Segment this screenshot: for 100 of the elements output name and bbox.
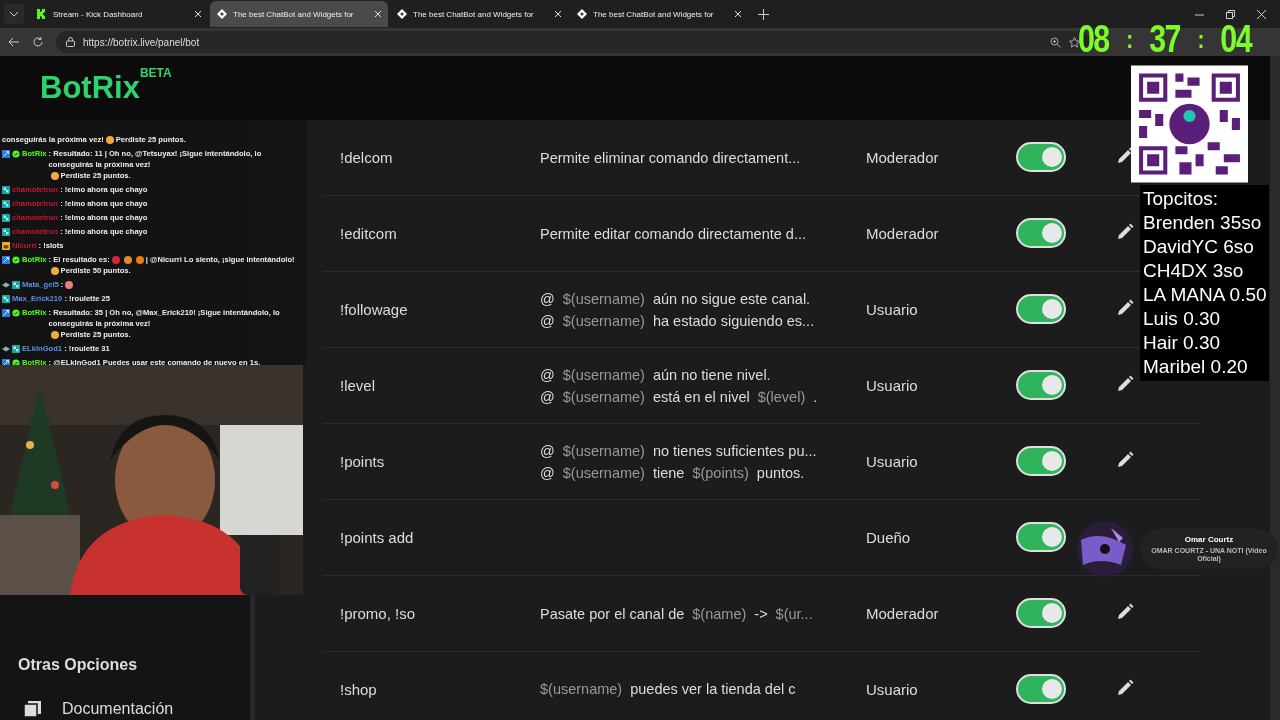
toggle-switch[interactable]: [1016, 142, 1066, 172]
scrollbar[interactable]: [1270, 56, 1280, 720]
command-name: !shop: [340, 680, 378, 698]
description-text: ->: [754, 605, 768, 622]
close-icon[interactable]: [1257, 9, 1266, 19]
command-name: !level: [340, 377, 377, 394]
browser-tab[interactable]: The best ChatBot and Widgets for: [570, 1, 748, 27]
clock-separator: :: [1126, 24, 1132, 55]
role-text: Usuario: [866, 377, 919, 394]
description-text: Pasate por el canal de: [540, 605, 685, 622]
subscriber-badge-icon: [2, 199, 10, 208]
role-text: Moderador: [866, 149, 940, 166]
command-name: !points add: [340, 529, 415, 546]
new-tab-icon[interactable]: [758, 8, 769, 20]
star-icon[interactable]: [1069, 36, 1080, 48]
pencil-icon[interactable]: [1116, 147, 1134, 165]
reload-icon[interactable]: [32, 36, 44, 48]
diamond-logo-icon: [216, 8, 228, 20]
subscriber-badge-icon: [2, 213, 10, 222]
description-text: ha estado siguiendo es...: [652, 312, 815, 329]
og-badge-icon: [2, 344, 10, 353]
description-text: puedes ver la tienda del c: [630, 681, 796, 697]
diamond-logo-icon: [576, 8, 588, 20]
zoom-icon[interactable]: [1050, 36, 1061, 48]
command-name: !followage: [340, 301, 409, 318]
variable-token: $(username): [540, 681, 623, 697]
command-name: !editcom: [340, 225, 398, 242]
toggle-switch[interactable]: [1016, 294, 1066, 324]
pencil-icon[interactable]: [1116, 223, 1134, 241]
caret-icon: [9, 11, 19, 17]
command-name: !points: [340, 453, 386, 470]
variable-token: $(points): [692, 464, 749, 481]
close-icon[interactable]: [734, 10, 742, 18]
url-text: https://botrix.live/panel/bot: [83, 36, 201, 48]
pencil-icon[interactable]: [1116, 375, 1134, 393]
bot-badge-icon: [2, 308, 10, 317]
role-text: Moderador: [866, 605, 940, 622]
leaderboard-entry: Luis 0.30: [1143, 307, 1222, 331]
close-icon[interactable]: [194, 10, 202, 18]
toggle-switch[interactable]: [1016, 218, 1066, 248]
kick-logo-icon: [36, 8, 48, 20]
gift-badge-icon: [2, 241, 10, 250]
close-icon[interactable]: [374, 10, 382, 18]
description-text: @: [540, 366, 555, 383]
browser-tab[interactable]: The best ChatBot and Widgets for: [390, 1, 568, 27]
description-text: está en el nivel: [652, 388, 750, 405]
restore-icon[interactable]: [1226, 9, 1235, 19]
leaderboard-entry: Brenden 35so: [1143, 211, 1263, 235]
og-badge-icon: [2, 280, 10, 289]
description-text: puntos.: [756, 464, 805, 481]
subscriber-badge-icon: [2, 185, 10, 194]
description-text: tiene: [652, 464, 685, 481]
beta-label: BETA: [139, 66, 172, 80]
pencil-icon[interactable]: [1116, 603, 1134, 621]
sidebar-section-title: Otras Opciones: [18, 656, 139, 674]
description-text: @: [540, 464, 555, 481]
subscriber-badge-icon: [2, 294, 10, 303]
description-text: no tienes suficientes pu...: [652, 442, 817, 459]
diamond-logo-icon: [396, 8, 408, 20]
variable-token: $(username): [562, 366, 645, 383]
browser-tab[interactable]: Stream - Kick Dashboard: [30, 1, 208, 27]
description-text: Permite eliminar comando directament...: [540, 149, 801, 166]
pencil-icon[interactable]: [1116, 299, 1134, 317]
lock-icon: [66, 37, 75, 47]
bot-badge-icon: [2, 149, 10, 158]
variable-token: $(username): [562, 290, 645, 307]
toggle-switch[interactable]: [1016, 446, 1066, 476]
description-text: @: [540, 290, 555, 307]
command-name: !delcom: [340, 149, 394, 166]
toggle-switch[interactable]: [1016, 370, 1066, 400]
toggle-switch[interactable]: [1016, 673, 1066, 704]
bot-badge-icon: [2, 255, 10, 264]
check-badge-icon: [12, 255, 20, 264]
description-text: aún no sigue este canal.: [652, 290, 811, 307]
description-text: @: [540, 442, 555, 459]
description-text: aún no tiene nivel.: [652, 366, 771, 383]
pencil-icon[interactable]: [1116, 451, 1134, 469]
pencil-icon[interactable]: [1116, 678, 1134, 697]
toggle-switch[interactable]: [1016, 598, 1066, 628]
browser-tab[interactable]: The best ChatBot and Widgets for: [210, 1, 388, 27]
clock-minutes: 37: [1149, 18, 1180, 61]
description-text: .: [813, 388, 818, 405]
subscriber-badge-icon: [12, 344, 20, 353]
subscriber-badge-icon: [12, 280, 20, 289]
role-text: Usuario: [866, 680, 919, 698]
toggle-switch[interactable]: [1016, 522, 1066, 552]
variable-token: $(username): [562, 442, 645, 459]
document-icon: [24, 701, 42, 717]
role-text: Moderador: [866, 225, 940, 242]
close-icon[interactable]: [554, 10, 562, 18]
app-logo[interactable]: BotRix: [40, 70, 140, 106]
leaderboard-entry: CH4DX 3so: [1143, 259, 1245, 283]
check-badge-icon: [12, 149, 20, 158]
leaderboard-entry: LA MANA 0.50: [1143, 283, 1267, 307]
back-icon[interactable]: [8, 36, 20, 48]
sidebar-item[interactable]: Documentación: [18, 696, 250, 720]
leaderboard-entry: Hair 0.30: [1143, 331, 1222, 355]
artist-name: Omar Courtz: [1184, 535, 1234, 544]
role-text: Dueño: [866, 529, 912, 546]
variable-token: $(username): [562, 388, 645, 405]
